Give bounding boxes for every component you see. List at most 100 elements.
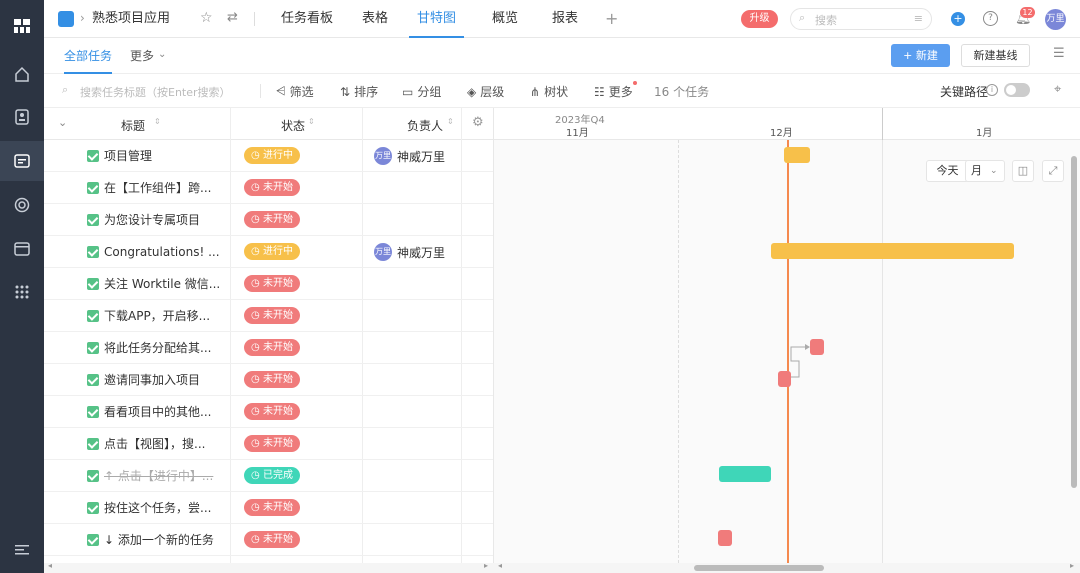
- scroll-right-icon[interactable]: ▸: [1070, 561, 1074, 570]
- owner-cell[interactable]: 万里 神威万里: [374, 243, 445, 261]
- gantt-bar-task-1[interactable]: [784, 147, 810, 163]
- column-owner[interactable]: 负责人: [407, 117, 443, 134]
- home-icon[interactable]: [0, 54, 44, 94]
- gantt-horizontal-scrollbar[interactable]: ◂ ▸: [494, 561, 1080, 573]
- calendar-icon[interactable]: [0, 228, 44, 268]
- task-title[interactable]: 按住这个任务，尝...: [104, 492, 234, 524]
- task-checkbox[interactable]: [87, 342, 99, 354]
- add-tab-icon[interactable]: +: [605, 0, 618, 38]
- column-title[interactable]: 标题: [121, 117, 145, 134]
- task-title[interactable]: ↓ 添加一个新的任务: [104, 524, 234, 556]
- task-checkbox[interactable]: [87, 246, 99, 258]
- table-row[interactable]: 邀请同事加入项目 ◷ 未开始: [44, 364, 493, 396]
- scroll-left-icon[interactable]: ◂: [498, 561, 502, 570]
- collapse-nav-icon[interactable]: [0, 530, 44, 570]
- goal-icon[interactable]: [0, 185, 44, 225]
- task-title[interactable]: 在【工作组件】跨...: [104, 172, 234, 204]
- scale-select[interactable]: 月 ⌄: [965, 160, 1005, 182]
- scroll-left-icon[interactable]: ◂: [48, 561, 52, 570]
- search-box[interactable]: ⌕ 搜索 ≡: [790, 8, 932, 30]
- project-icon[interactable]: [0, 141, 44, 181]
- collapse-all-icon[interactable]: ⌄: [58, 116, 67, 129]
- add-circle-icon[interactable]: +: [951, 12, 965, 26]
- critical-path-toggle[interactable]: [1004, 83, 1030, 97]
- status-badge[interactable]: ◷ 未开始: [244, 435, 300, 452]
- new-task-button[interactable]: + 新建: [891, 44, 950, 67]
- more-button[interactable]: ☷ 更多: [594, 83, 633, 100]
- task-checkbox[interactable]: [87, 438, 99, 450]
- task-title[interactable]: 点击【视图】，搜...: [104, 428, 234, 460]
- table-row[interactable]: 关注 Worktile 微信... ◷ 未开始: [44, 268, 493, 300]
- table-row[interactable]: ↑ 点击【进行中】... ◷ 已完成: [44, 460, 493, 492]
- table-row[interactable]: 下载APP，开启移... ◷ 未开始: [44, 300, 493, 332]
- table-row[interactable]: 看看项目中的其他... ◷ 未开始: [44, 396, 493, 428]
- fullscreen-icon[interactable]: ⤢: [1042, 160, 1064, 182]
- upgrade-button[interactable]: 升级: [741, 10, 778, 28]
- table-row[interactable]: 在【工作组件】跨... ◷ 未开始: [44, 172, 493, 204]
- tab-report[interactable]: 报表: [552, 0, 578, 38]
- split-view-icon[interactable]: ◫: [1012, 160, 1034, 182]
- column-status[interactable]: 状态: [281, 117, 305, 134]
- tab-gantt[interactable]: 甘特图: [409, 0, 465, 38]
- today-button[interactable]: 今天: [926, 160, 969, 182]
- owner-cell[interactable]: 万里 神威万里: [374, 147, 445, 165]
- project-switch-icon[interactable]: ⌄: [162, 11, 171, 24]
- task-title[interactable]: ↑ 点击【进行中】...: [104, 460, 234, 492]
- scroll-thumb[interactable]: [694, 565, 824, 571]
- task-checkbox[interactable]: [87, 182, 99, 194]
- tree-button[interactable]: ⋔ 树状: [530, 83, 568, 100]
- info-icon[interactable]: i: [986, 84, 998, 96]
- table-row[interactable]: Congratulations! ... ◷ 进行中 万里 神威万里: [44, 236, 493, 268]
- project-name[interactable]: 熟悉项目应用: [92, 0, 170, 38]
- view-all-tasks[interactable]: 全部任务: [64, 38, 113, 74]
- table-row[interactable]: 为您设计专属项目 ◷ 未开始: [44, 204, 493, 236]
- column-settings-icon[interactable]: ⚙: [472, 115, 484, 130]
- table-row[interactable]: 项目管理 ◷ 进行中 万里 神威万里: [44, 140, 493, 172]
- status-badge[interactable]: ◷ 未开始: [244, 531, 300, 548]
- table-row[interactable]: 按住这个任务，尝... ◷ 未开始: [44, 492, 493, 524]
- task-checkbox[interactable]: [87, 150, 99, 162]
- approval-icon[interactable]: [0, 97, 44, 137]
- new-baseline-button[interactable]: 新建基线: [961, 44, 1030, 67]
- task-checkbox[interactable]: [87, 374, 99, 386]
- task-checkbox[interactable]: [87, 310, 99, 322]
- status-badge[interactable]: ◷ 未开始: [244, 307, 300, 324]
- status-badge[interactable]: ◷ 未开始: [244, 371, 300, 388]
- gantt-bar-task-11[interactable]: [719, 466, 771, 482]
- status-badge[interactable]: ◷ 未开始: [244, 211, 300, 228]
- more-apps-icon[interactable]: [0, 272, 44, 312]
- tab-overview[interactable]: 概览: [492, 0, 518, 38]
- list-settings-icon[interactable]: ☰: [1053, 46, 1065, 61]
- task-title[interactable]: 将此任务分配给其...: [104, 332, 234, 364]
- pin-icon[interactable]: ⌖: [1054, 82, 1061, 97]
- sort-arrows-icon[interactable]: ⇕: [447, 117, 454, 126]
- status-badge[interactable]: ◷ 已完成: [244, 467, 300, 484]
- apps-grid-icon[interactable]: [0, 6, 44, 46]
- sort-button[interactable]: ⇅ 排序: [340, 83, 378, 100]
- table-row[interactable]: ↓ 添加一个新的任务 ◷ 未开始: [44, 524, 493, 556]
- status-badge[interactable]: ◷ 进行中: [244, 243, 300, 260]
- task-checkbox[interactable]: [87, 534, 99, 546]
- status-badge[interactable]: ◷ 未开始: [244, 179, 300, 196]
- table-row[interactable]: 点击【视图】，搜... ◷ 未开始: [44, 428, 493, 460]
- star-icon[interactable]: ☆: [200, 10, 213, 26]
- task-search-input[interactable]: 搜索任务标题（按Enter搜索）: [80, 84, 231, 100]
- task-title[interactable]: 邀请同事加入项目: [104, 364, 234, 396]
- filter-icon[interactable]: ≡: [914, 12, 923, 25]
- vertical-scrollbar[interactable]: [1071, 156, 1077, 488]
- task-title[interactable]: 关注 Worktile 微信...: [104, 268, 234, 300]
- scroll-right-icon[interactable]: ▸: [484, 561, 488, 570]
- task-checkbox[interactable]: [87, 406, 99, 418]
- task-title[interactable]: 下载APP，开启移...: [104, 300, 234, 332]
- user-avatar[interactable]: 万里: [1045, 9, 1066, 30]
- level-button[interactable]: ◈ 层级: [467, 83, 504, 100]
- task-title[interactable]: Congratulations! ...: [104, 236, 234, 268]
- status-badge[interactable]: ◷ 未开始: [244, 339, 300, 356]
- task-checkbox[interactable]: [87, 278, 99, 290]
- task-title[interactable]: 为您设计专属项目: [104, 204, 234, 236]
- status-badge[interactable]: ◷ 未开始: [244, 403, 300, 420]
- group-button[interactable]: ▭ 分组: [402, 83, 441, 100]
- status-badge[interactable]: ◷ 未开始: [244, 499, 300, 516]
- status-badge[interactable]: ◷ 未开始: [244, 275, 300, 292]
- tab-kanban[interactable]: 任务看板: [281, 0, 333, 38]
